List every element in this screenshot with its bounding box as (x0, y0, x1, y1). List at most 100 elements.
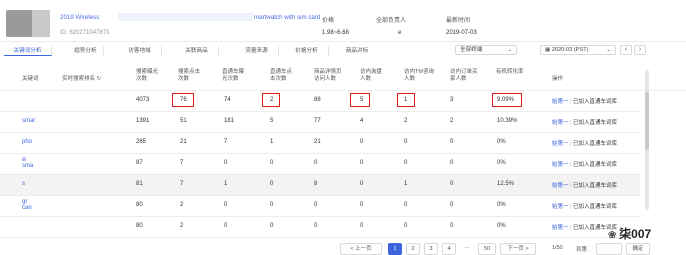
rank-first-link[interactable]: 始第一 (552, 141, 569, 147)
tab-keyword-analysis[interactable]: 关键词分析 (4, 46, 52, 56)
tab-price-analysis[interactable]: 价格分析 (285, 46, 329, 56)
order-cell: 2 (450, 118, 454, 124)
search-exposure-cell: 265 (136, 139, 147, 145)
table-row: 80 2 0 0 0 0 0 0 0% 始第一 | 已加入直通车词库 (0, 217, 640, 238)
table-row: s 81 7 1 0 8 0 1 0 12.5% 始第一 | 已加入直通车词库 (0, 175, 640, 196)
order-cell: 0 (450, 160, 454, 166)
action-cell: 始第一 | 已加入直通车词库 (552, 118, 617, 126)
rank-first-link[interactable]: 始第一 (552, 225, 569, 231)
page-3-button[interactable]: 3 (424, 243, 438, 255)
header-divider (0, 41, 686, 42)
rank-first-link[interactable]: 始第一 (552, 183, 569, 189)
price-label: 价格 (322, 18, 335, 24)
highlight-tm (397, 93, 415, 107)
goto-confirm-button[interactable]: 确定 (626, 243, 650, 255)
col-realtime-rank: 实时搜索排名 ↻ (62, 76, 101, 83)
product-id: ID: 620271047873 (60, 30, 110, 36)
col-search-clicks[interactable]: 搜索点击次数 (178, 69, 202, 83)
watermark: ❀ 柒007 (608, 225, 651, 242)
direct-clicks-cell: 0 (270, 160, 274, 166)
order-cell: 0 (450, 223, 454, 229)
prev-page-button[interactable]: < 上一页 (340, 243, 382, 255)
search-exposure-cell: 87 (136, 160, 143, 166)
search-clicks-cell: 2 (180, 202, 184, 208)
terminal-select-value: 全部终端 (460, 47, 483, 53)
product-title-start[interactable]: 2019 Wireless (60, 14, 99, 21)
direct-clicks-cell: 0 (270, 202, 274, 208)
detail-visitors-cell: 0 (314, 160, 318, 166)
order-cell: 0 (450, 181, 454, 187)
table-scrollbar[interactable] (645, 70, 649, 210)
owner-value: e (398, 30, 402, 36)
date-select[interactable]: ▦ 2020-03 (PST) ⌄ (540, 45, 616, 55)
col-detail-visitors[interactable]: 商品详情页访问人数 (314, 69, 342, 83)
order-cell: 3 (450, 97, 454, 103)
detail-visitors-cell: 0 (314, 202, 318, 208)
order-rate-cell: 0% (497, 160, 506, 166)
col-tm-people[interactable]: 访内TM咨询人数 (404, 69, 434, 83)
terminal-select[interactable]: 全部终端 ⌄ (455, 45, 517, 55)
next-month-button[interactable]: › (634, 45, 646, 55)
added-to-library-text: 已加入直通车词库 (573, 162, 618, 168)
action-cell: 始第一 | 已加入直通车词库 (552, 181, 617, 189)
direct-clicks-cell: 1 (270, 139, 274, 145)
tab-related-products[interactable]: 关联商品 (175, 46, 219, 56)
order-rate-cell: 12.5% (497, 181, 515, 187)
inquiry-cell: 0 (360, 223, 364, 229)
next-page-button[interactable]: 下一页 > (500, 243, 536, 255)
col-action: 操作 (552, 76, 564, 82)
prev-month-button[interactable]: ‹ (620, 45, 632, 55)
col-search-exposure[interactable]: 搜索曝光次数 (136, 69, 160, 83)
tab-traffic-source[interactable]: 流量来源 (235, 46, 279, 56)
col-realtime-rank-label: 实时搜索排名 (62, 76, 96, 82)
page-4-button[interactable]: 4 (442, 243, 456, 255)
search-clicks-cell: 51 (180, 118, 187, 124)
tab-trend-analysis[interactable]: 趋势分析 (68, 46, 104, 56)
keyword-cell[interactable]: pho (22, 139, 32, 145)
detail-visitors-cell: 88 (314, 97, 321, 103)
search-exposure-cell: 80 (136, 223, 143, 229)
rank-first-link[interactable]: 始第一 (552, 99, 569, 105)
owner-label: 全部负责人 (376, 18, 407, 24)
tab-product-benchmark[interactable]: 商品对标 (335, 46, 379, 56)
page-2-button[interactable]: 2 (406, 243, 420, 255)
order-rate-cell: 10.39% (497, 118, 518, 124)
direct-exposure-cell: 7 (224, 139, 228, 145)
inquiry-cell: 0 (360, 202, 364, 208)
goto-page-input[interactable] (596, 243, 622, 255)
col-direct-clicks[interactable]: 直通车点击次数 (270, 69, 294, 83)
keyword-cell[interactable]: s (22, 181, 25, 187)
col-order-rate[interactable]: 有机转化率 (496, 69, 532, 76)
wechat-icon: ❀ (608, 230, 620, 241)
col-direct-exposure[interactable]: 直通车曝光次数 (222, 69, 246, 83)
page-last-button[interactable]: 50 (478, 243, 496, 255)
search-clicks-cell: 21 (180, 139, 187, 145)
inquiry-cell: 0 (360, 139, 364, 145)
tm-cell: 0 (404, 202, 408, 208)
refresh-icon[interactable]: ↻ (97, 76, 102, 82)
direct-exposure-cell: 74 (224, 97, 231, 103)
price-value: 1.98~6.68 (322, 30, 349, 36)
chevron-left-icon: ‹ (624, 46, 628, 53)
search-exposure-cell: 80 (136, 202, 143, 208)
chevron-right-icon: › (638, 46, 642, 53)
tab-visitor-region[interactable]: 访客地域 (118, 46, 162, 56)
search-exposure-cell: 4073 (136, 97, 150, 103)
keyword-cell[interactable]: w sma (22, 157, 33, 169)
col-inquiry-people[interactable]: 访内询盘人数 (360, 69, 384, 83)
keyword-cell[interactable]: smar (22, 118, 35, 124)
page-1-button[interactable]: 1 (388, 243, 402, 255)
rank-first-link[interactable]: 始第一 (552, 204, 569, 210)
keyword-cell[interactable]: gr can (22, 199, 32, 211)
added-to-library-text: 已加入直通车词库 (573, 99, 618, 105)
direct-exposure-cell: 0 (224, 160, 228, 166)
order-rate-cell: 0% (497, 223, 506, 229)
added-to-library-text: 已加入直通车词库 (573, 141, 618, 147)
rank-first-link[interactable]: 始第一 (552, 120, 569, 126)
rank-first-link[interactable]: 始第一 (552, 162, 569, 168)
calendar-icon: ▦ (545, 47, 552, 53)
action-cell: 始第一 | 已加入直通车词库 (552, 160, 617, 168)
order-cell: 0 (450, 139, 454, 145)
col-order-people[interactable]: 访内订单买家人数 (450, 69, 480, 83)
product-title-end[interactable]: martwatch with sim card (254, 14, 320, 21)
